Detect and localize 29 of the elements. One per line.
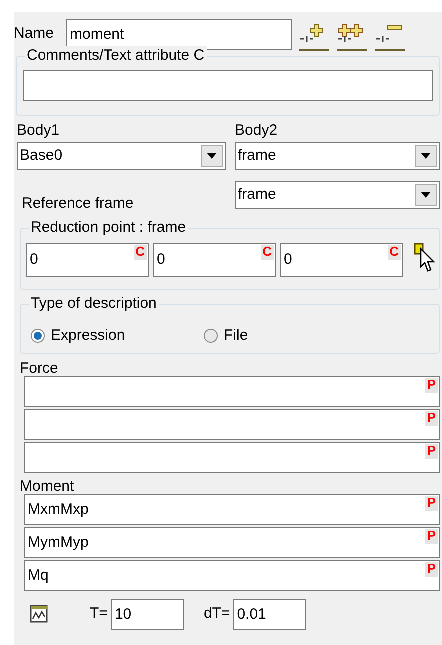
field-label: Reference frame xyxy=(21,194,135,214)
radio-button[interactable] xyxy=(31,329,45,343)
chart-icon[interactable] xyxy=(30,605,48,623)
coordinate-field[interactable]: 0 C xyxy=(153,242,276,276)
t-field[interactable]: 10 xyxy=(110,598,184,630)
dropdown[interactable]: frame xyxy=(235,142,440,170)
field-label: Body1 xyxy=(17,121,61,141)
dt-field[interactable]: 0.01 xyxy=(233,598,306,630)
comments-field[interactable] xyxy=(23,70,433,101)
dropdown[interactable]: Base0 xyxy=(17,142,226,170)
dropdown[interactable]: frame xyxy=(235,181,440,209)
coordinate-field[interactable]: 0 C xyxy=(280,242,403,276)
radio-button[interactable] xyxy=(204,329,218,343)
name-field[interactable]: moment xyxy=(66,18,292,50)
radio-option[interactable]: Expression xyxy=(31,320,204,352)
minus-icon[interactable] xyxy=(374,24,406,52)
section-label: Moment xyxy=(20,476,76,494)
field-label: T= xyxy=(90,604,108,624)
expression-field[interactable]: Mq P xyxy=(24,560,440,590)
expression-field[interactable]: MymMyp P xyxy=(24,526,440,558)
section-label: Force xyxy=(20,358,60,376)
double-plus-icon[interactable] xyxy=(336,24,368,52)
field-label: Name xyxy=(14,24,56,44)
coordinate-field[interactable]: 0 C xyxy=(26,242,149,276)
expression-field[interactable]: MxmMxp P xyxy=(24,494,440,524)
plus-icon[interactable] xyxy=(298,24,330,52)
radio-option[interactable]: File xyxy=(204,320,248,352)
field-label: dT= xyxy=(204,604,230,624)
field-label: Body2 xyxy=(235,121,279,141)
